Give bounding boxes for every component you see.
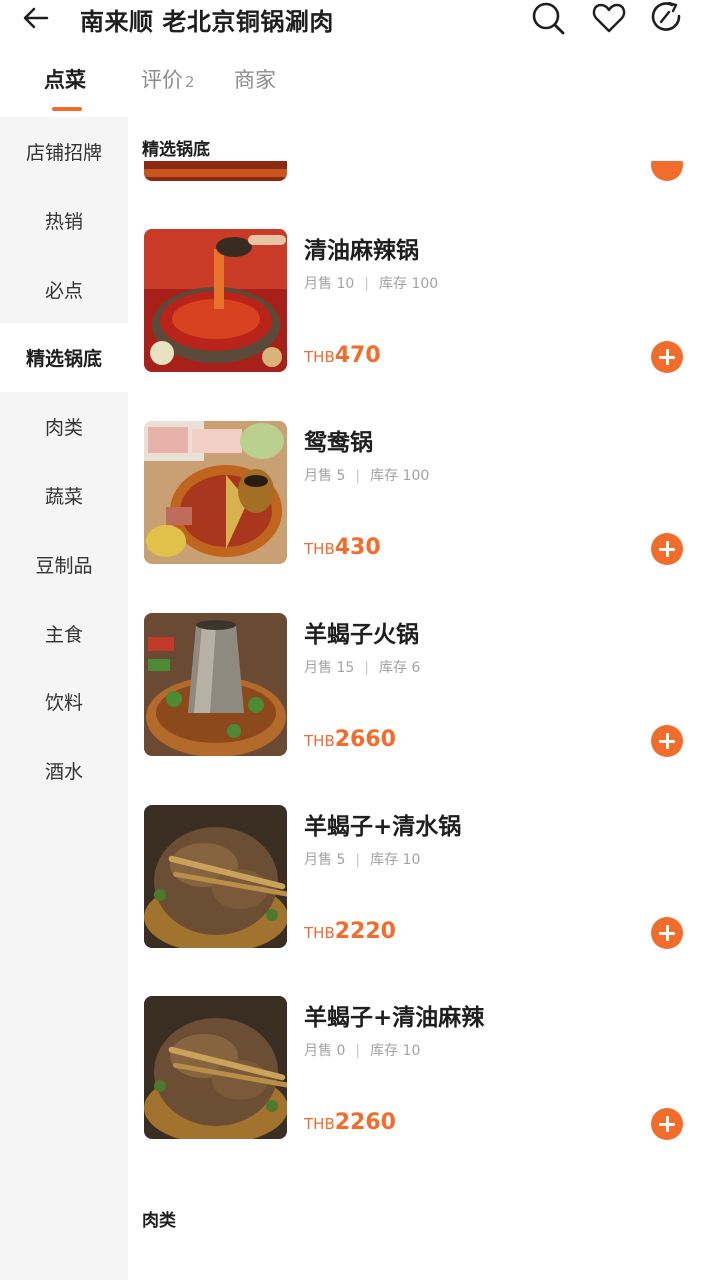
page-title: 南来顺 老北京铜锅涮肉: [80, 8, 334, 36]
sidebar-item-alcohol[interactable]: 酒水: [0, 736, 128, 805]
product-price: THB2220: [304, 919, 396, 944]
meta-separator: |: [355, 1043, 361, 1059]
share-button[interactable]: [649, 0, 685, 36]
sidebar-item-must-order[interactable]: 必点: [0, 255, 128, 324]
section-title: 精选锅底: [142, 140, 210, 160]
reviews-count: 2: [185, 73, 195, 91]
sales-count: 15: [336, 660, 355, 676]
category-sidebar: 店铺招牌 热销 必点 精选锅底 肉类 蔬菜 豆制品 主食 饮料 酒水: [0, 117, 128, 1280]
product-item[interactable]: 羊蝎子火锅 月售 15 | 库存 6 THB2660: [128, 613, 707, 805]
product-name: 羊蝎子+清油麻辣: [304, 1005, 485, 1031]
back-button[interactable]: [20, 2, 52, 34]
tab-menu[interactable]: 点菜: [44, 64, 86, 94]
product-price: THB470: [304, 343, 381, 368]
stock-count: 10: [402, 1043, 421, 1059]
product-meta: 月售 5 | 库存 100: [304, 465, 429, 485]
section-title-next: 肉类: [142, 1211, 176, 1231]
sidebar-item-meat[interactable]: 肉类: [0, 392, 128, 461]
sidebar-item-staples[interactable]: 主食: [0, 599, 128, 668]
sales-label: 月售: [304, 1043, 332, 1059]
product-price: THB2660: [304, 727, 396, 752]
product-price: THB430: [304, 535, 381, 560]
sales-count: 0: [336, 1043, 346, 1059]
active-tab-indicator: [52, 107, 82, 111]
price-amount: 470: [334, 343, 381, 368]
sales-label: 月售: [304, 276, 332, 292]
add-to-cart-button[interactable]: [651, 1108, 683, 1140]
tab-reviews[interactable]: 评价 2: [141, 64, 195, 94]
product-name: 鸳鸯锅: [304, 430, 373, 456]
price-amount: 2220: [334, 919, 396, 944]
product-meta: 月售 0 | 库存 10: [304, 1040, 420, 1060]
product-item[interactable]: 清油麻辣锅 月售 10 | 库存 100 THB470: [128, 229, 707, 421]
add-button-partial[interactable]: [651, 161, 683, 181]
sidebar-item-tofu[interactable]: 豆制品: [0, 530, 128, 599]
add-to-cart-button[interactable]: [651, 725, 683, 757]
product-image[interactable]: [144, 421, 287, 564]
add-to-cart-button[interactable]: [651, 341, 683, 373]
product-item[interactable]: 羊蝎子+清水锅 月售 5 | 库存 10 THB2220: [128, 805, 707, 997]
product-image[interactable]: [144, 805, 287, 948]
meta-separator: |: [364, 276, 369, 292]
stock-count: 100: [402, 468, 430, 484]
stock-label: 库存: [379, 276, 407, 292]
product-name: 清油麻辣锅: [304, 238, 419, 264]
stock-count: 10: [402, 852, 421, 868]
product-item[interactable]: 鸳鸯锅 月售 5 | 库存 100 THB430: [128, 421, 707, 613]
product-meta: 月售 15 | 库存 6: [304, 657, 420, 677]
price-amount: 430: [334, 535, 381, 560]
meta-separator: |: [364, 660, 369, 676]
product-price: THB2260: [304, 1110, 396, 1135]
product-image[interactable]: [144, 613, 287, 756]
search-icon: [532, 2, 565, 35]
search-button[interactable]: [530, 0, 566, 36]
product-item[interactable]: 羊蝎子+清油麻辣 月售 0 | 库存 10 THB2260: [128, 996, 707, 1188]
price-currency: THB: [304, 540, 335, 558]
meta-separator: |: [355, 852, 361, 868]
tab-merchant[interactable]: 商家: [234, 64, 276, 94]
sidebar-item-drinks[interactable]: 饮料: [0, 667, 128, 736]
product-image[interactable]: [144, 996, 287, 1139]
product-image-partial: [144, 161, 287, 181]
add-to-cart-button[interactable]: [651, 917, 683, 949]
product-meta: 月售 10 | 库存 100: [304, 273, 438, 293]
sidebar-item-soup-base[interactable]: 精选锅底: [0, 323, 128, 392]
stock-label: 库存: [370, 852, 399, 868]
sidebar-item-hot[interactable]: 热销: [0, 186, 128, 255]
product-meta: 月售 5 | 库存 10: [304, 849, 420, 869]
price-currency: THB: [304, 732, 335, 750]
stock-label: 库存: [370, 1043, 399, 1059]
price-amount: 2660: [334, 727, 396, 752]
share-icon: [651, 1, 681, 31]
sales-label: 月售: [304, 660, 332, 676]
sidebar-item-signature[interactable]: 店铺招牌: [0, 117, 128, 186]
price-amount: 2260: [334, 1110, 396, 1135]
sales-label: 月售: [304, 852, 332, 868]
add-to-cart-button[interactable]: [651, 533, 683, 565]
favorite-button[interactable]: [591, 0, 627, 36]
sidebar-item-vegetables[interactable]: 蔬菜: [0, 461, 128, 530]
product-image[interactable]: [144, 229, 287, 372]
stock-label: 库存: [379, 660, 407, 676]
sales-label: 月售: [304, 468, 332, 484]
sales-count: 10: [336, 276, 355, 292]
price-currency: THB: [304, 348, 335, 366]
stock-count: 100: [411, 276, 439, 292]
top-bar: 南来顺 老北京铜锅涮肉: [0, 0, 707, 40]
product-name: 羊蝎子火锅: [304, 622, 419, 648]
price-currency: THB: [304, 924, 335, 942]
stock-label: 库存: [370, 468, 399, 484]
menu-list[interactable]: 精选锅底 清油麻辣锅 月售 10 | 库存 100 THB470 鸳鸯锅 月售 …: [128, 117, 707, 1280]
back-arrow-icon: [23, 7, 49, 29]
meta-separator: |: [355, 468, 361, 484]
tab-bar: 点菜 评价 2 商家: [0, 58, 707, 114]
heart-icon: [592, 3, 626, 33]
price-currency: THB: [304, 1115, 335, 1133]
stock-count: 6: [411, 660, 421, 676]
tab-reviews-label: 评价: [141, 68, 183, 92]
sales-count: 5: [336, 468, 346, 484]
sales-count: 5: [336, 852, 346, 868]
product-name: 羊蝎子+清水锅: [304, 814, 462, 840]
